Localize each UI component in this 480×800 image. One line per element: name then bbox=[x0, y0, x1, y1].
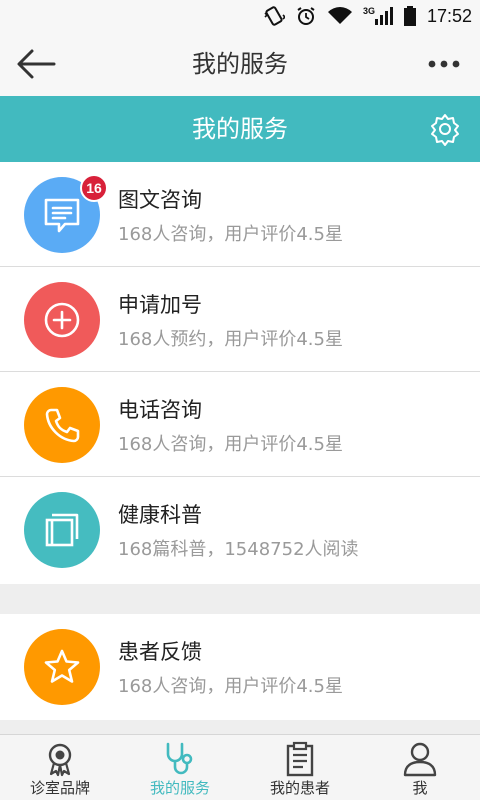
alarm-icon bbox=[297, 7, 315, 25]
tab-my-services[interactable]: 我的服务 bbox=[120, 735, 240, 800]
tab-label: 我的服务 bbox=[149, 779, 210, 797]
service-icon-bg bbox=[24, 387, 100, 463]
service-name: 申请加号 bbox=[118, 293, 202, 317]
service-icon-bg bbox=[24, 629, 100, 705]
section-banner: 我的服务 bbox=[0, 96, 480, 162]
status-bar: 3G 17:52 bbox=[0, 0, 480, 32]
gear-icon[interactable] bbox=[428, 112, 462, 146]
service-icon-bg bbox=[24, 492, 100, 568]
tab-me[interactable]: 我 bbox=[360, 735, 480, 800]
unread-badge: 16 bbox=[80, 174, 108, 202]
service-list: 16 图文咨询 168人咨询，用户评价4.5星 申请加号 168人预约，用户评价… bbox=[0, 162, 480, 584]
service-desc: 168人咨询，用户评价4.5星 bbox=[118, 224, 343, 245]
more-dots-icon[interactable] bbox=[426, 52, 462, 76]
service-desc: 168人预约，用户评价4.5星 bbox=[118, 329, 343, 350]
service-name: 电话咨询 bbox=[118, 398, 202, 422]
service-item-patient-feedback[interactable]: 患者反馈 168人咨询，用户评价4.5星 bbox=[0, 614, 480, 719]
page-title: 我的服务 bbox=[192, 50, 288, 78]
service-item-graphic-consult[interactable]: 16 图文咨询 168人咨询，用户评价4.5星 bbox=[0, 162, 480, 267]
wifi-icon bbox=[327, 7, 352, 24]
book-icon bbox=[45, 513, 79, 547]
tab-label: 我 bbox=[412, 779, 428, 797]
battery-icon bbox=[403, 6, 416, 26]
tab-clinic-brand[interactable]: 诊室品牌 bbox=[0, 735, 120, 800]
service-desc: 168人咨询，用户评价4.5星 bbox=[118, 434, 343, 455]
phone-icon bbox=[45, 408, 80, 443]
service-item-phone-consult[interactable]: 电话咨询 168人咨询，用户评价4.5星 bbox=[0, 372, 480, 477]
service-item-health-science[interactable]: 健康科普 168篇科普，1548752人阅读 bbox=[0, 477, 480, 582]
signal-icon: 3G bbox=[363, 6, 393, 25]
clipboard-icon bbox=[286, 741, 314, 777]
banner-title: 我的服务 bbox=[192, 115, 288, 143]
service-desc: 168人咨询，用户评价4.5星 bbox=[118, 676, 343, 697]
star-icon bbox=[44, 649, 80, 683]
tab-my-patients[interactable]: 我的患者 bbox=[240, 735, 360, 800]
vibrate-icon bbox=[264, 6, 285, 26]
plus-circle-icon bbox=[44, 302, 80, 338]
message-icon bbox=[44, 198, 80, 233]
network-label: 3G bbox=[363, 6, 375, 16]
service-name: 患者反馈 bbox=[118, 640, 202, 664]
status-time: 17:52 bbox=[426, 5, 472, 26]
bottom-tab-bar: 诊室品牌 我的服务 我的患者 我 bbox=[0, 734, 480, 800]
service-name: 图文咨询 bbox=[118, 188, 202, 212]
service-item-add-number[interactable]: 申请加号 168人预约，用户评价4.5星 bbox=[0, 267, 480, 372]
stethoscope-icon bbox=[166, 742, 193, 775]
service-name: 健康科普 bbox=[118, 503, 202, 527]
user-icon bbox=[403, 742, 437, 777]
service-desc: 168篇科普，1548752人阅读 bbox=[118, 539, 359, 560]
award-icon bbox=[48, 743, 72, 777]
tab-label: 诊室品牌 bbox=[29, 779, 90, 797]
app-bar: 我的服务 bbox=[0, 32, 480, 96]
service-icon-bg bbox=[24, 282, 100, 358]
tab-label: 我的患者 bbox=[269, 779, 330, 797]
feedback-list: 患者反馈 168人咨询，用户评价4.5星 bbox=[0, 614, 480, 720]
